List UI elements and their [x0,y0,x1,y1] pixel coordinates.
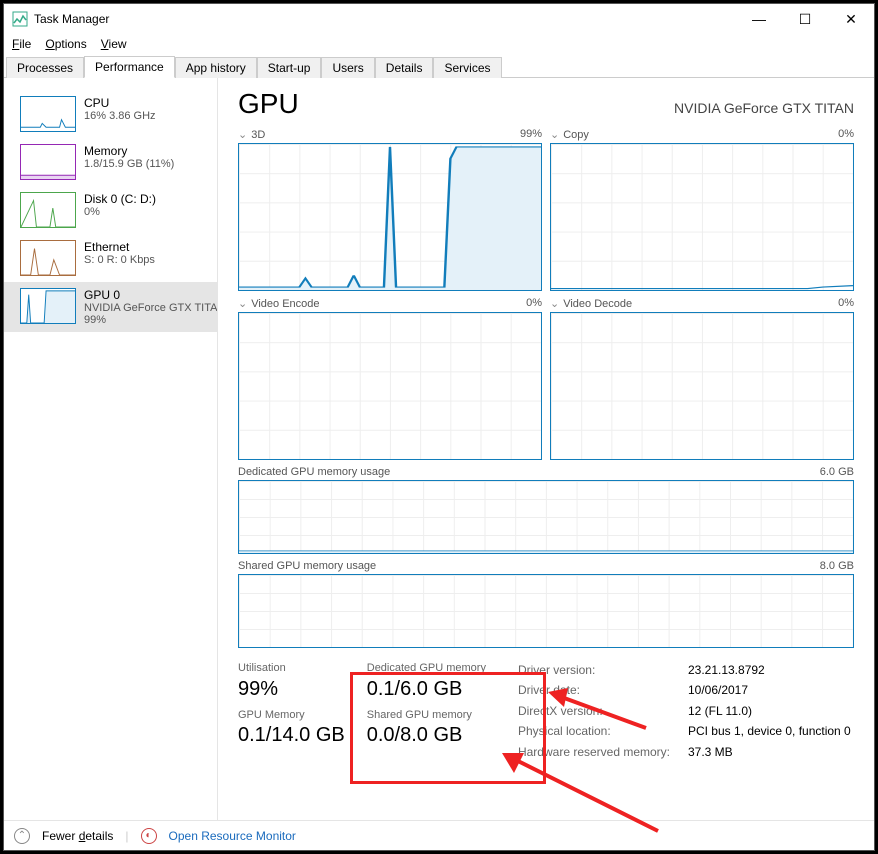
sidebar-ethernet-label: Ethernet [84,240,155,254]
chart-shared-max: 8.0 GB [820,560,854,572]
chart-copy-label[interactable]: ⌄Copy [550,128,589,141]
sidebar-gpu-detail2: 99% [84,314,218,326]
open-resource-monitor-link[interactable]: Open Resource Monitor [169,829,296,843]
memory-sparkline [20,144,76,180]
chart-video-encode[interactable] [238,312,542,460]
chart-dedicated-label: Dedicated GPU memory usage [238,466,390,478]
ethernet-sparkline [20,240,76,276]
menu-bar: File Options View [4,34,874,54]
chart-vdecode-pct: 0% [838,297,854,310]
driver-date-val: 10/06/2017 [688,683,748,697]
sidebar-disk-detail: 0% [84,206,156,218]
chevron-down-icon: ⌄ [550,298,559,310]
tab-app-history[interactable]: App history [175,57,257,78]
chart-3d-label[interactable]: ⌄3D [238,128,265,141]
sidebar: CPU 16% 3.86 GHz Memory 1.8/15.9 GB (11%… [4,78,218,820]
chevron-down-icon: ⌄ [238,298,247,310]
chart-shared-memory[interactable] [238,574,854,648]
chart-vencode-label[interactable]: ⌄Video Encode [238,297,320,310]
driver-version-val: 23.21.13.8792 [688,663,765,677]
chart-3d-pct: 99% [520,128,542,141]
resource-monitor-icon: ◐ [141,828,157,844]
chart-dedicated-max: 6.0 GB [820,466,854,478]
sidebar-item-disk[interactable]: Disk 0 (C: D:) 0% [4,186,217,234]
gpu-sparkline [20,288,76,324]
sidebar-item-cpu[interactable]: CPU 16% 3.86 GHz [4,90,217,138]
sidebar-item-gpu0[interactable]: GPU 0 NVIDIA GeForce GTX TITAN 99% [4,282,217,332]
sidebar-gpu-label: GPU 0 [84,288,218,302]
tab-services[interactable]: Services [433,57,501,78]
chart-shared-label: Shared GPU memory usage [238,560,376,572]
chevron-down-icon: ⌄ [550,129,559,141]
reserved-val: 37.3 MB [688,745,733,759]
tab-startup[interactable]: Start-up [257,57,322,78]
tab-details[interactable]: Details [375,57,434,78]
chart-video-decode[interactable] [550,312,854,460]
chevron-down-icon: ⌄ [238,129,247,141]
chart-3d[interactable] [238,143,542,291]
page-title: GPU [238,88,299,120]
task-manager-icon [12,11,28,27]
sidebar-item-memory[interactable]: Memory 1.8/15.9 GB (11%) [4,138,217,186]
location-val: PCI bus 1, device 0, function 0 [688,724,851,738]
tab-performance[interactable]: Performance [84,56,175,78]
sidebar-ethernet-detail: S: 0 R: 0 Kbps [84,254,155,266]
fewer-details-icon[interactable]: ⌃ [14,828,30,844]
sidebar-memory-detail: 1.8/15.9 GB (11%) [84,158,174,170]
menu-options[interactable]: Options [45,37,86,51]
sidebar-cpu-detail: 16% 3.86 GHz [84,110,156,122]
sidebar-disk-label: Disk 0 (C: D:) [84,192,156,206]
utilisation-value: 99% [238,677,345,701]
chart-dedicated-memory[interactable] [238,480,854,554]
titlebar[interactable]: Task Manager — ☐ ✕ [4,4,874,34]
close-button[interactable]: ✕ [828,4,874,34]
tab-users[interactable]: Users [321,57,374,78]
sidebar-gpu-detail: NVIDIA GeForce GTX TITAN [84,302,218,314]
menu-view[interactable]: View [101,37,127,51]
chart-copy-pct: 0% [838,128,854,141]
utilisation-label: Utilisation [238,660,345,677]
chart-vencode-pct: 0% [526,297,542,310]
task-manager-window: Task Manager — ☐ ✕ File Options View Pro… [3,3,875,851]
main-panel: GPU NVIDIA GeForce GTX TITAN ⌄3D 99% [218,78,874,820]
window-title: Task Manager [34,12,109,26]
sidebar-item-ethernet[interactable]: Ethernet S: 0 R: 0 Kbps [4,234,217,282]
red-arrow-1 [546,683,656,733]
gpu-memory-label: GPU Memory [238,707,345,724]
chart-vdecode-label[interactable]: ⌄Video Decode [550,297,632,310]
disk-sparkline [20,192,76,228]
footer: ⌃ Fewer details | ◐ Open Resource Monito… [4,820,874,850]
cpu-sparkline [20,96,76,132]
minimize-button[interactable]: — [736,4,782,34]
tab-bar: Processes Performance App history Start-… [4,54,874,78]
red-arrow-2 [498,743,668,838]
maximize-button[interactable]: ☐ [782,4,828,34]
gpu-model-name: NVIDIA GeForce GTX TITAN [674,100,854,116]
tab-processes[interactable]: Processes [6,57,84,78]
chart-copy[interactable] [550,143,854,291]
menu-file[interactable]: File [12,37,31,51]
sidebar-memory-label: Memory [84,144,174,158]
gpu-memory-value: 0.1/14.0 GB [238,723,345,747]
directx-val: 12 (FL 11.0) [688,704,752,718]
fewer-details-link[interactable]: Fewer details [42,829,113,843]
sidebar-cpu-label: CPU [84,96,156,110]
